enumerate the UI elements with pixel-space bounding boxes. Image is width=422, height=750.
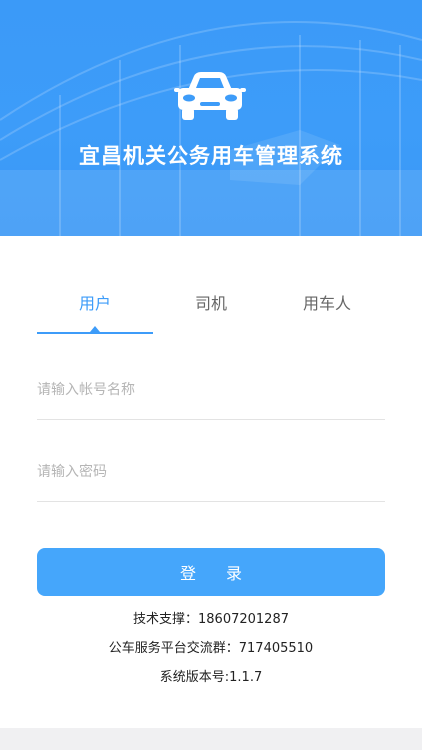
- active-tab-caret-icon: [90, 326, 100, 332]
- header-banner: 宜昌机关公务用车管理系统: [0, 0, 422, 236]
- app-title: 宜昌机关公务用车管理系统: [79, 144, 343, 168]
- group-text: 公车服务平台交流群：717405510: [108, 641, 314, 656]
- active-tab-indicator: [37, 332, 153, 334]
- tab-passenger[interactable]: 用车人: [269, 284, 385, 336]
- tab-driver[interactable]: 司机: [153, 284, 269, 336]
- password-field: [37, 452, 385, 502]
- login-type-tabs: 用户 司机 用车人: [37, 284, 385, 336]
- login-button[interactable]: 登录: [37, 548, 385, 596]
- car-icon: [174, 72, 246, 120]
- username-input[interactable]: [37, 370, 385, 410]
- version-text: 系统版本号:1.1.7: [159, 670, 263, 685]
- bottom-bar: [0, 728, 422, 750]
- tech-support-text: 技术支撑：18607201287: [133, 612, 289, 627]
- password-input[interactable]: [37, 452, 385, 492]
- username-field: [37, 370, 385, 420]
